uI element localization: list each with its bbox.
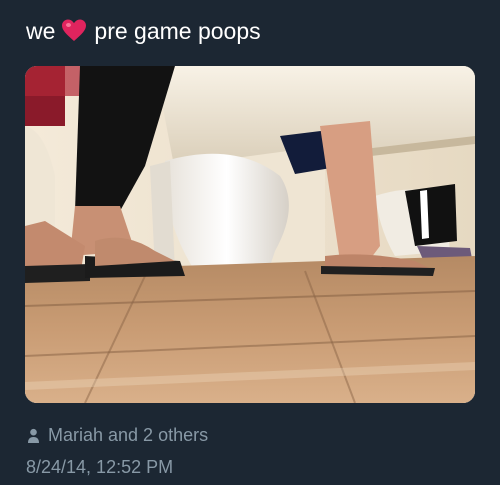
person-icon [26, 427, 41, 443]
likes-text[interactable]: Mariah and 2 others [48, 424, 208, 446]
tweet-text: we pre game poops [26, 16, 261, 46]
bathroom-photo [25, 66, 475, 403]
tweet-photo[interactable] [25, 66, 475, 403]
likes-row[interactable]: Mariah and 2 others [26, 424, 208, 446]
tweet-timestamp: 8/24/14, 12:52 PM [26, 457, 174, 477]
heart-icon [61, 18, 87, 44]
tweet-text-rest: pre game poops [94, 18, 261, 44]
tweet-text-we: we [26, 18, 56, 44]
